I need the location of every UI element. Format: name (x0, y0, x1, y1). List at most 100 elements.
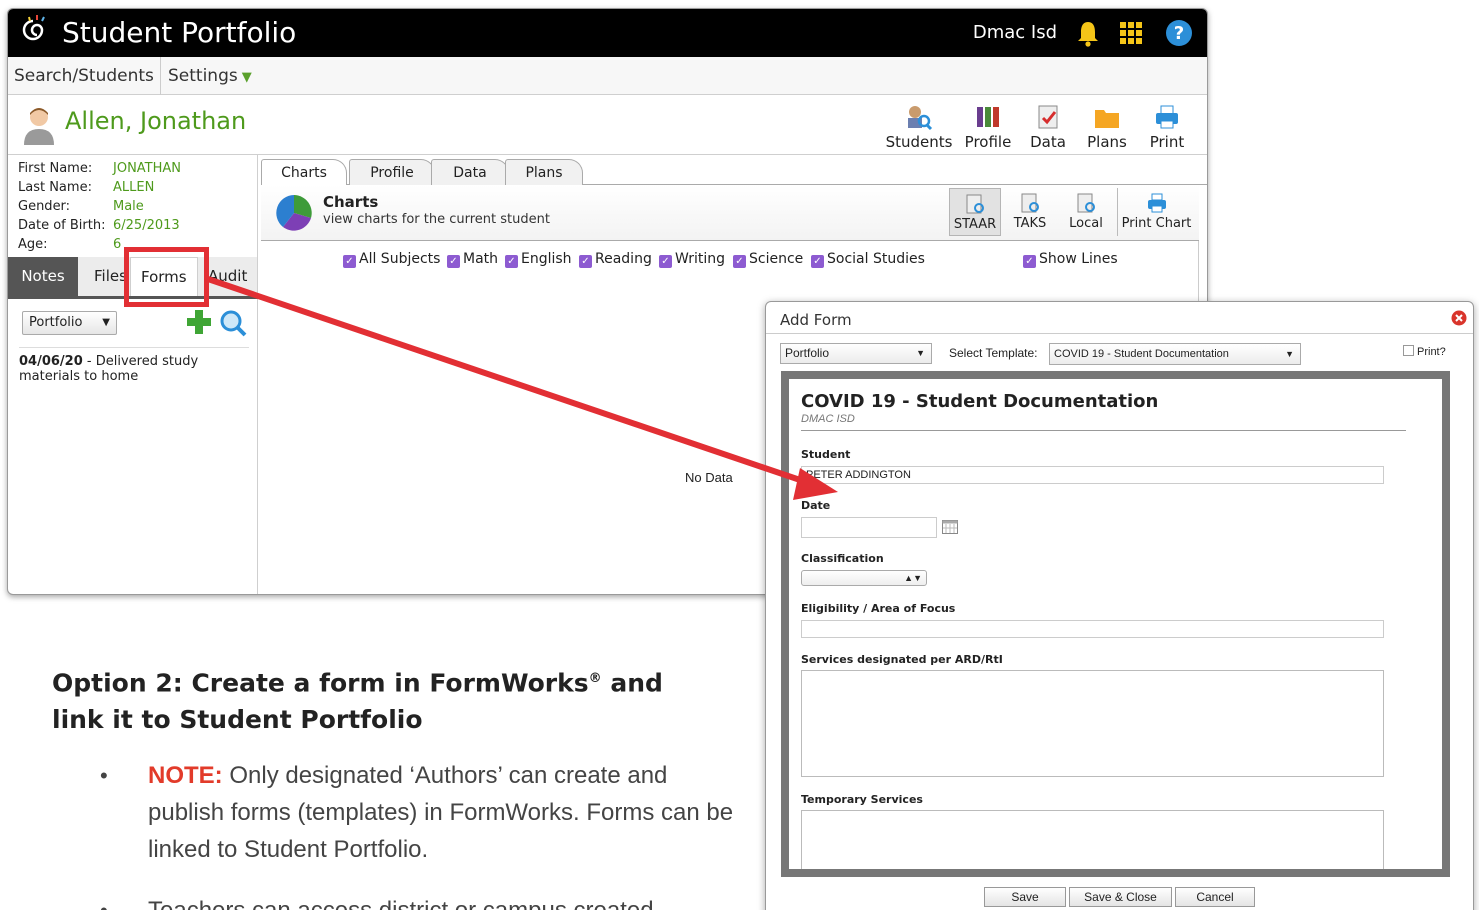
profile-binders-icon (977, 107, 999, 127)
checkbox-reading[interactable]: ✓ Reading (579, 249, 652, 269)
services-textarea[interactable] (801, 670, 1384, 777)
print-tool-button[interactable]: Print (1132, 103, 1202, 151)
print-checkbox[interactable]: Print? (1403, 345, 1446, 358)
forms-tab-highlight-box (124, 247, 209, 307)
student-name: Allen, Jonathan (65, 107, 247, 135)
save-button[interactable]: Save (984, 887, 1066, 907)
apps-grid-icon[interactable] (1119, 21, 1143, 45)
dropdown-arrow-icon: ▼ (1285, 349, 1294, 359)
info-row-first-name: First Name: JONATHAN (18, 159, 247, 178)
tab-profile[interactable]: Profile (349, 159, 435, 185)
dialog-title: Add Form (780, 311, 852, 329)
info-row-dob: Date of Birth: 6/25/2013 (18, 216, 247, 235)
plans-tool-label: Plans (1087, 133, 1127, 151)
student-avatar-icon (24, 108, 54, 145)
local-report-icon (1077, 193, 1095, 213)
temporary-services-textarea[interactable] (801, 810, 1384, 869)
close-icon[interactable] (1451, 310, 1467, 326)
checkbox-show-lines[interactable]: ✓ Show Lines (1023, 249, 1118, 269)
notification-bell-icon[interactable] (1075, 19, 1101, 47)
subject-label: Reading (595, 251, 652, 267)
info-value: 6/25/2013 (113, 218, 180, 233)
charts-header: Charts view charts for the current stude… (261, 185, 1199, 241)
printer-icon (1156, 105, 1178, 129)
bullet-teachers-text: Teachers can access district or campus c… (148, 892, 738, 910)
info-value: 6 (113, 237, 122, 252)
charts-title: Charts (323, 193, 379, 211)
template-dropdown-value: COVID 19 - Student Documentation (1054, 348, 1229, 360)
form-title: COVID 19 - Student Documentation (801, 391, 1159, 412)
data-clipboard-icon (1038, 105, 1058, 129)
tab-data[interactable]: Data (431, 159, 509, 185)
charts-subtitle: view charts for the current student (323, 212, 550, 227)
subject-label: Social Studies (827, 251, 925, 267)
date-field[interactable] (801, 517, 937, 538)
staar-button[interactable]: STAAR (949, 188, 1001, 236)
portfolio-dropdown[interactable]: Portfolio ▼ (780, 343, 932, 364)
checkbox-writing[interactable]: ✓ Writing (659, 249, 725, 269)
checkbox-science[interactable]: ✓ Science (733, 249, 803, 269)
no-data-message: No Data (685, 470, 733, 485)
menu-search-students[interactable]: Search/Students (8, 57, 161, 95)
student-field[interactable]: PETER ADDINGTON (801, 466, 1384, 484)
user-name[interactable]: Dmac Isd (973, 22, 1057, 43)
portfolio-dropdown-value: Portfolio (785, 346, 830, 360)
checkbox-math[interactable]: ✓ Math (447, 249, 498, 269)
calendar-icon[interactable] (942, 520, 958, 534)
students-tool-button[interactable]: Students (884, 103, 954, 151)
classification-select[interactable]: ▲▼ (801, 570, 927, 586)
data-tool-label: Data (1030, 133, 1066, 151)
form-preview: COVID 19 - Student Documentation DMAC IS… (789, 379, 1442, 869)
print-chart-button[interactable]: Print Chart (1117, 188, 1195, 236)
local-button[interactable]: Local (1061, 188, 1111, 236)
portfolio-select[interactable]: Portfolio ▼ (22, 311, 117, 335)
add-plus-icon[interactable] (186, 309, 212, 335)
heading-line1: Option 2: Create a form in FormWorks (52, 668, 589, 698)
help-icon[interactable]: ? (1165, 19, 1193, 47)
form-divider (801, 430, 1406, 431)
classification-field-label: Classification (801, 552, 884, 565)
pie-chart-icon (276, 195, 312, 231)
staar-label: STAAR (953, 217, 997, 232)
checkbox-all-subjects[interactable]: ✓ All Subjects (343, 249, 440, 269)
subject-filter-row: ✓ All Subjects ✓ Math ✓ English ✓ Reading ✓ W… (261, 249, 1207, 273)
heading-line1-end: and (601, 668, 663, 698)
cancel-button[interactable]: Cancel (1175, 887, 1255, 907)
bullet-dot: • (100, 763, 108, 788)
taks-button[interactable]: TAKS (1007, 188, 1053, 236)
menu-bar: Search/Students Settings ▼ (8, 57, 1207, 95)
bullet-dot: • (100, 892, 108, 910)
tab-plans[interactable]: Plans (505, 159, 583, 185)
subject-label: Science (749, 251, 804, 267)
select-arrows-icon: ▲▼ (904, 573, 922, 583)
save-close-button[interactable]: Save & Close (1069, 887, 1172, 907)
local-label: Local (1069, 216, 1103, 231)
info-row-gender: Gender: Male (18, 197, 247, 216)
template-dropdown[interactable]: COVID 19 - Student Documentation ▼ (1049, 343, 1301, 365)
eligibility-field[interactable] (801, 620, 1384, 638)
note-date: 04/06/20 (19, 354, 83, 369)
registered-mark: ® (588, 671, 602, 686)
profile-tool-label: Profile (964, 133, 1012, 151)
show-lines-label: Show Lines (1039, 251, 1118, 267)
students-search-icon (908, 106, 933, 131)
content-tab-bar: Charts Profile Data Plans (261, 155, 1207, 186)
checkbox-english[interactable]: ✓ English (505, 249, 572, 269)
dropdown-arrow-icon: ▼ (916, 348, 925, 358)
search-magnifier-icon[interactable] (219, 309, 247, 337)
print-label: Print? (1417, 346, 1446, 358)
tab-notes[interactable]: Notes (8, 257, 78, 296)
menu-settings-label: Settings (168, 66, 238, 86)
tab-charts[interactable]: Charts (261, 159, 347, 186)
menu-settings[interactable]: Settings ▼ (162, 57, 258, 95)
student-field-label: Student (801, 448, 851, 461)
info-label: Age: (18, 237, 48, 252)
checkmark-icon: ✓ (733, 255, 746, 268)
checkmark-icon: ✓ (659, 255, 672, 268)
svg-text:?: ? (1174, 23, 1184, 44)
note-list-item[interactable]: 04/06/20 - Delivered study materials to … (19, 347, 249, 384)
checkbox-social-studies[interactable]: ✓ Social Studies (811, 249, 925, 269)
services-field-label: Services designated per ARD/RtI (801, 653, 1003, 666)
app-title: Student Portfolio (62, 16, 297, 49)
eligibility-field-label: Eligibility / Area of Focus (801, 602, 956, 615)
